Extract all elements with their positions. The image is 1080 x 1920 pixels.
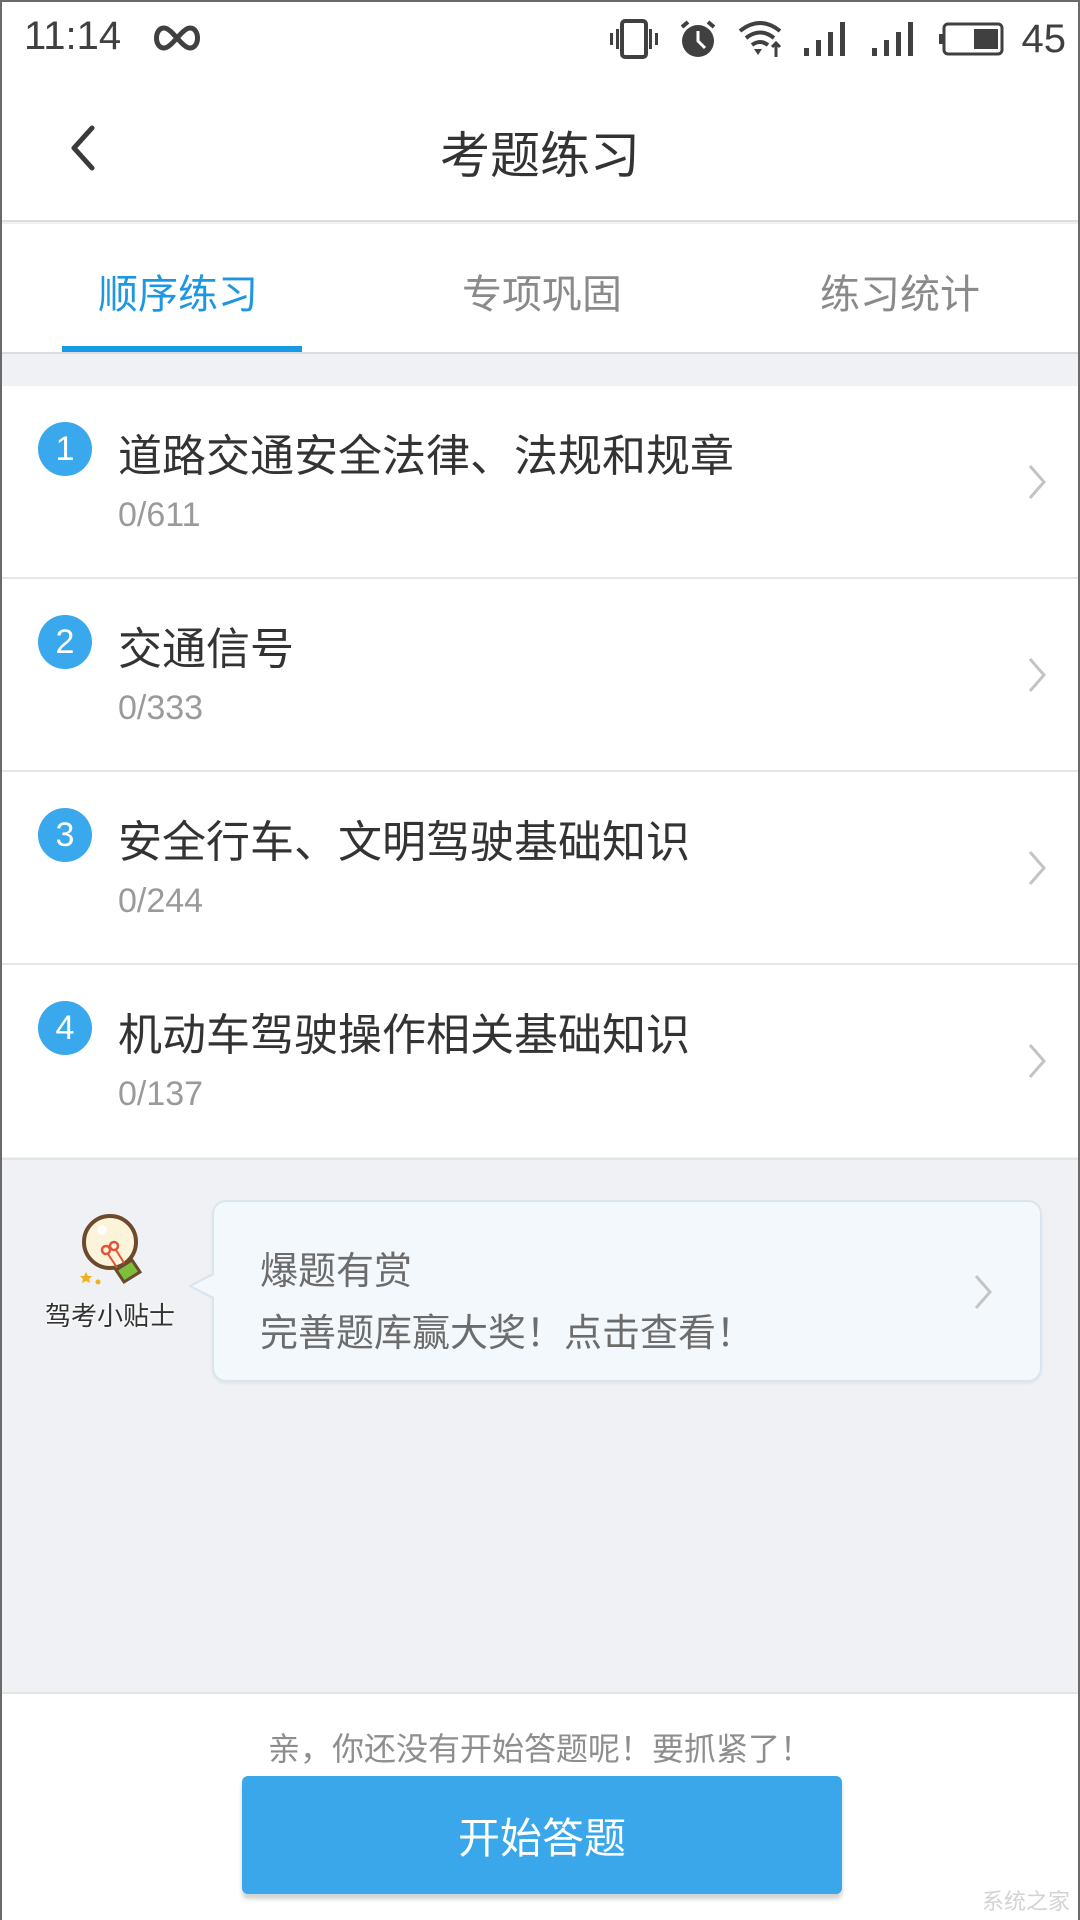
tab-practice-statistics[interactable]: 练习统计 <box>722 224 1078 352</box>
chapter-item[interactable]: 4 机动车驾驶操作相关基础知识 0/137 <box>2 965 1078 1157</box>
chapter-item[interactable]: 2 交通信号 0/333 <box>2 579 1078 772</box>
status-bar: 11:14 45 <box>2 2 1078 76</box>
chevron-right-icon <box>1028 1044 1046 1078</box>
tab-label: 专项巩固 <box>462 272 622 318</box>
chapter-progress: 0/333 <box>118 689 204 727</box>
chapter-title: 道路交通安全法律、法规和规章 <box>118 431 734 482</box>
page-title: 考题练习 <box>440 127 640 185</box>
chapter-number-badge: 4 <box>38 1001 92 1055</box>
tip-text: 完善题库赢大奖！点击查看！ <box>260 1311 755 1355</box>
tab-label: 顺序练习 <box>98 272 258 318</box>
vibrate-icon <box>609 19 658 59</box>
watermark: 系统之家 <box>981 1890 1070 1915</box>
signal-icon <box>871 22 913 56</box>
chapter-progress: 0/244 <box>118 882 204 920</box>
bottom-bar: 亲，你还没有开始答题呢！要抓紧了！ 开始答题 系统之家 <box>2 1692 1078 1920</box>
tip-section: 驾考小贴士 爆题有赏 完善题库赢大奖！点击查看！ <box>2 1158 1078 1692</box>
tip-bubble[interactable]: 爆题有赏 完善题库赢大奖！点击查看！ <box>188 1200 1042 1382</box>
chevron-right-icon <box>1028 658 1046 692</box>
start-hint: 亲，你还没有开始答题呢！要抓紧了！ <box>267 1730 812 1768</box>
start-answering-button[interactable]: 开始答题 <box>242 1776 842 1894</box>
chevron-right-icon <box>1028 851 1046 885</box>
chapter-number-badge: 3 <box>38 808 92 862</box>
tip-avatar-label: 驾考小贴士 <box>44 1302 175 1332</box>
battery-level: 45 <box>1021 16 1067 61</box>
wifi-icon <box>738 21 781 57</box>
tab-label: 练习统计 <box>820 272 980 318</box>
lightbulb-icon <box>80 1214 143 1285</box>
status-time: 11:14 <box>24 14 122 58</box>
signal-icon <box>803 22 845 56</box>
chapter-title: 交通信号 <box>118 624 294 675</box>
battery-icon <box>938 22 1003 56</box>
alarm-icon <box>680 20 715 57</box>
infinity-icon <box>154 25 200 51</box>
chevron-right-icon <box>974 1275 992 1309</box>
chapter-number-badge: 1 <box>38 422 92 476</box>
chapter-item[interactable]: 3 安全行车、文明驾驶基础知识 0/244 <box>2 772 1078 965</box>
chevron-right-icon <box>1028 465 1046 499</box>
chapter-number-badge: 2 <box>38 615 92 669</box>
tab-bar: 顺序练习 专项巩固 练习统计 <box>2 224 1078 354</box>
chapter-title: 安全行车、文明驾驶基础知识 <box>118 817 690 868</box>
chapter-title: 机动车驾驶操作相关基础知识 <box>118 1010 690 1061</box>
chapter-progress: 0/611 <box>118 496 201 534</box>
chapter-progress: 0/137 <box>118 1075 204 1113</box>
title-bar: 考题练习 <box>2 76 1078 222</box>
tip-title: 爆题有赏 <box>260 1249 413 1293</box>
tab-active-indicator <box>62 346 302 352</box>
tab-sequential-practice[interactable]: 顺序练习 <box>2 224 362 352</box>
chapter-item[interactable]: 1 道路交通安全法律、法规和规章 0/611 <box>2 386 1078 579</box>
tab-special-consolidation[interactable]: 专项巩固 <box>362 224 722 352</box>
tip-avatar: 驾考小贴士 <box>30 1210 190 1340</box>
chapter-list: 1 道路交通安全法律、法规和规章 0/611 2 交通信号 0/333 3 安全… <box>2 386 1078 1157</box>
status-icons: 45 <box>608 16 1067 62</box>
